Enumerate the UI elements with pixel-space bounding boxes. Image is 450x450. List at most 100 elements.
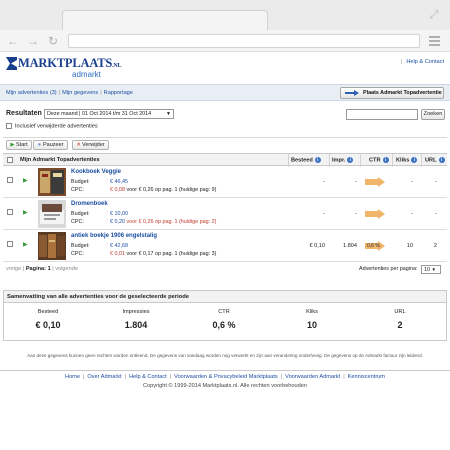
- footer-knowledge-link[interactable]: Kenniscentrum: [348, 374, 385, 380]
- per-page-label: Advertenties per pagina:: [359, 266, 418, 272]
- thumbnail-antique-book[interactable]: [38, 232, 66, 260]
- footer-terms-link[interactable]: Voorwaarden & Privacybeleid Marktplaats: [174, 374, 278, 380]
- summary-label: CTR: [218, 309, 230, 315]
- arrow-right-icon: [345, 90, 359, 96]
- page: MARKTPLAATS.NL admarkt | Help & Contact M…: [0, 52, 450, 450]
- address-bar[interactable]: [68, 34, 420, 48]
- info-icon[interactable]: i: [438, 157, 445, 163]
- help-contact-link[interactable]: Help & Contact: [406, 59, 444, 65]
- browser-tab[interactable]: [62, 10, 268, 30]
- cpc-value[interactable]: € 0,08: [110, 187, 125, 193]
- ctr-arrow-icon: [365, 177, 385, 187]
- prev-page-link[interactable]: vorige: [6, 266, 21, 272]
- impr-value: -: [355, 179, 357, 185]
- cpc-note: voor € 0,26 op pag. 1 (huidige pag: 2): [126, 219, 217, 225]
- thumbnail-dreambook[interactable]: [38, 200, 66, 228]
- summary-value: 0,6 %: [212, 320, 236, 330]
- info-icon[interactable]: i: [411, 157, 418, 163]
- footer-help-link[interactable]: Help & Contact: [129, 374, 167, 380]
- per-page-select[interactable]: 10 ▼: [421, 265, 441, 274]
- play-icon[interactable]: ▶: [23, 209, 28, 216]
- browser-toolbar: ← → ↻: [0, 30, 450, 52]
- footer-admarkt-terms-link[interactable]: Voorwaarden Admarkt: [285, 374, 340, 380]
- row-checkbox[interactable]: [7, 241, 13, 247]
- back-icon[interactable]: ←: [6, 34, 20, 48]
- browser-titlebar: ⤢: [0, 0, 450, 30]
- start-button[interactable]: ▶Start: [6, 140, 32, 150]
- col-ctr-header[interactable]: CTR i: [369, 157, 389, 163]
- summary-label: Kliks: [306, 309, 318, 315]
- row-checkbox[interactable]: [7, 177, 13, 183]
- disclaimer: Aan deze gegevens kunnen geen rechten wo…: [27, 353, 423, 358]
- include-deleted-checkbox[interactable]: [6, 123, 12, 129]
- play-icon[interactable]: ▶: [23, 241, 28, 248]
- summary-besteed: Besteed € 0,10: [4, 303, 92, 341]
- summary-label: Besteed: [37, 309, 59, 315]
- search-input[interactable]: [346, 109, 418, 120]
- cpc-label: CPC:: [71, 187, 84, 193]
- select-all-checkbox[interactable]: [7, 157, 13, 163]
- summary-value: € 0,10: [35, 320, 61, 330]
- summary-kliks: Kliks 10: [268, 303, 356, 341]
- besteed-value: -: [323, 179, 325, 185]
- next-page-link[interactable]: volgende: [55, 266, 78, 272]
- row-checkbox[interactable]: [7, 209, 13, 215]
- col-title-header: Mijn Admarkt Topadvertenties: [20, 157, 100, 163]
- play-icon[interactable]: ▶: [23, 177, 28, 184]
- ctr-arrow-icon: [365, 209, 385, 219]
- col-kliks-header[interactable]: Kliks i: [396, 157, 418, 163]
- budget-label: Budget:: [71, 211, 90, 217]
- impr-value: -: [355, 211, 357, 217]
- summary-value: 2: [397, 320, 403, 330]
- cpc-label: CPC:: [71, 219, 84, 225]
- cpc-label: CPC:: [71, 251, 84, 257]
- delete-button[interactable]: ✕Verwijder: [72, 140, 109, 150]
- action-bar: ▶Start ⏸ Pauzeer ✕Verwijder: [3, 137, 447, 151]
- ad-title-link[interactable]: Kookboek Veggie: [71, 169, 121, 175]
- footer-home-link[interactable]: Home: [65, 374, 80, 380]
- footer-about-link[interactable]: Over Admarkt: [87, 374, 121, 380]
- period-value: Deze maand | 01 Oct 2014 t/m 31 Oct 2014: [47, 111, 152, 117]
- results-label: Resultaten: [6, 110, 42, 117]
- pause-button[interactable]: ⏸ Pauzeer: [33, 140, 68, 150]
- col-impr-header[interactable]: Impr. i: [332, 157, 354, 163]
- kliks-value: -: [411, 211, 413, 217]
- thumbnail-cookbook[interactable]: [38, 168, 66, 196]
- kliks-value: -: [411, 179, 413, 185]
- col-besteed-header[interactable]: Besteed i: [291, 157, 321, 163]
- url-value: -: [435, 179, 437, 185]
- forward-icon[interactable]: →: [26, 34, 40, 48]
- budget-value[interactable]: € 42,68: [110, 243, 128, 249]
- period-select[interactable]: Deze maand | 01 Oct 2014 t/m 31 Oct 2014…: [44, 109, 174, 119]
- url-value: -: [435, 211, 437, 217]
- start-label: Start: [16, 142, 28, 148]
- summary-url: URL 2: [356, 303, 444, 341]
- budget-value[interactable]: € 10,00: [110, 211, 128, 217]
- menu-icon[interactable]: [428, 34, 442, 48]
- nav-my-ads[interactable]: Mijn advertenties (3): [6, 90, 57, 96]
- delete-label: Verwijder: [82, 142, 105, 148]
- nav-my-details[interactable]: Mijn gegevens: [62, 90, 98, 96]
- budget-label: Budget:: [71, 243, 90, 249]
- cpc-value[interactable]: € 0,20: [110, 219, 125, 225]
- nav-reports[interactable]: Rapportage: [104, 90, 133, 96]
- col-url-header[interactable]: URL i: [425, 157, 445, 163]
- reload-icon[interactable]: ↻: [46, 34, 60, 48]
- info-icon[interactable]: i: [382, 157, 389, 163]
- site-header: MARKTPLAATS.NL admarkt | Help & Contact: [0, 52, 450, 84]
- place-topad-button[interactable]: Plaats Admarkt Topadvertentie: [340, 87, 444, 99]
- marktplaats-logo[interactable]: MARKTPLAATS.NL admarkt: [6, 56, 126, 82]
- pagination: vorige | Pagina: 1 | volgende: [6, 266, 78, 272]
- summary-value: 10: [306, 320, 317, 330]
- delete-icon: ✕: [76, 142, 81, 148]
- search-button[interactable]: Zoeken: [421, 109, 445, 120]
- summary-label: Impressies: [122, 309, 150, 315]
- ad-title-link[interactable]: antiek boekje 1906 engelstalig: [71, 233, 157, 239]
- budget-value[interactable]: € 46,45: [110, 179, 128, 185]
- page-label: Pagina:: [25, 266, 47, 272]
- info-icon[interactable]: i: [347, 157, 354, 163]
- cpc-value[interactable]: € 0,01: [110, 251, 125, 257]
- expand-icon[interactable]: ⤢: [428, 9, 440, 21]
- ad-title-link[interactable]: Dromenboek: [71, 201, 108, 207]
- info-icon[interactable]: i: [314, 157, 321, 163]
